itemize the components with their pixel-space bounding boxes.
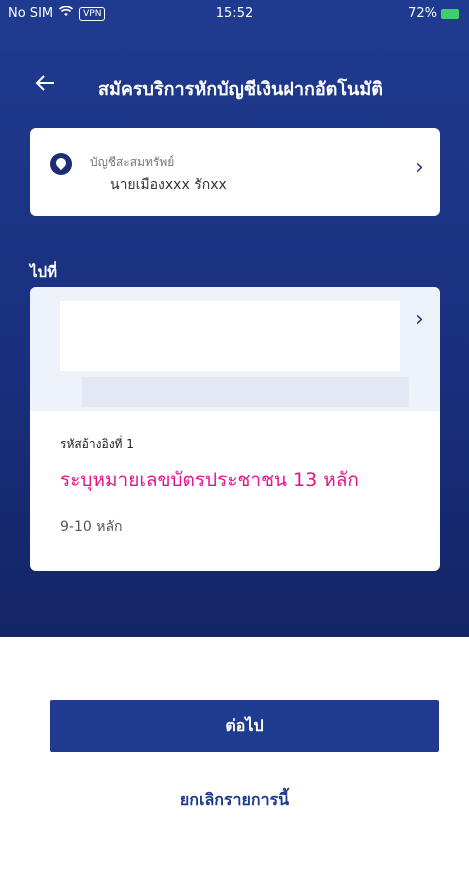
destination-placeholder-box bbox=[60, 301, 400, 371]
reference-1-label: รหัสอ้างอิงที่ 1 bbox=[60, 437, 134, 451]
reference-1-hint: 9-10 หลัก bbox=[60, 519, 123, 535]
arrow-left-icon[interactable] bbox=[34, 72, 56, 98]
page-title: สมัครบริการหักบัญชีเงินฝากอัตโนมัติ bbox=[98, 79, 383, 100]
chevron-right-icon: › bbox=[415, 155, 424, 180]
next-button[interactable]: ต่อไป bbox=[50, 700, 439, 752]
destination-card: › รหัสอ้างอิงที่ 1 ระบุหมายเลขบัตรประชาช… bbox=[30, 287, 440, 571]
battery-status: 72% bbox=[408, 6, 459, 21]
app-header: สมัครบริการหักบัญชีเงินฝากอัตโนมัติ bbox=[0, 66, 469, 110]
cancel-link[interactable]: ยกเลิกรายการนี้ bbox=[0, 788, 469, 813]
battery-icon bbox=[441, 8, 459, 19]
source-account-label: บัญชีสะสมทรัพย์ bbox=[90, 155, 175, 169]
chevron-right-icon: › bbox=[415, 307, 424, 332]
source-account-card[interactable]: บัญชีสะสมทรัพย์ นายเมืองxxx รักxx › bbox=[30, 128, 440, 216]
status-time: 15:52 bbox=[215, 6, 254, 21]
destination-section-label: ไปที่ bbox=[30, 263, 57, 281]
source-account-name: นายเมืองxxx รักxx bbox=[110, 177, 227, 193]
destination-placeholder-bar bbox=[82, 377, 409, 407]
reference-1-input[interactable]: ระบุหมายเลขบัตรประชาชน 13 หลัก bbox=[60, 465, 359, 495]
destination-selector[interactable]: › bbox=[30, 287, 440, 411]
coin-icon bbox=[50, 153, 72, 175]
status-bar: No SIM VPN 15:52 72% bbox=[0, 0, 469, 28]
battery-percent: 72% bbox=[408, 6, 437, 21]
